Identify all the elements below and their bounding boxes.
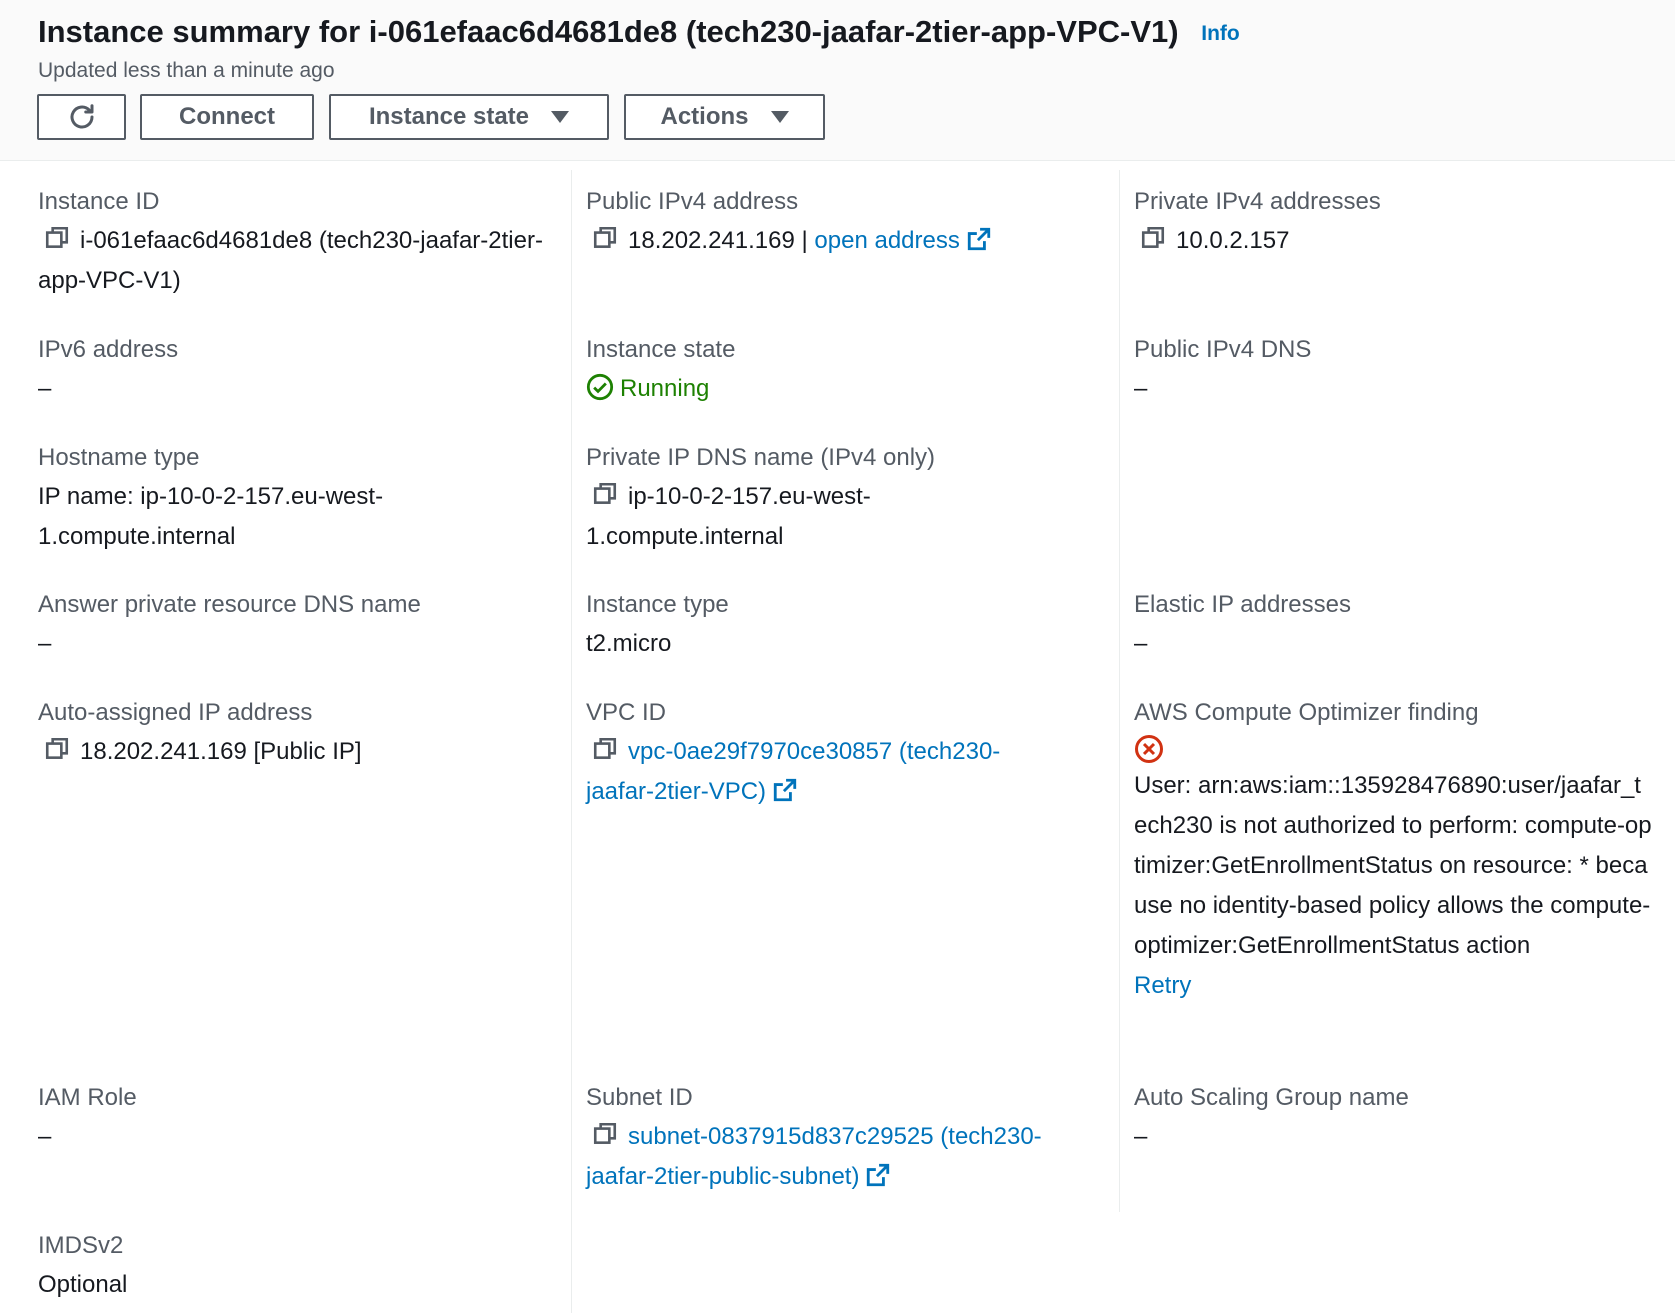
copy-icon[interactable] [1140,225,1166,251]
caret-down-icon [770,111,789,123]
field-value: vpc-0ae29f7970ce30857 (tech230-jaafar-2t… [586,732,1056,812]
field-value: – [1134,375,1148,402]
optimizer-error-message: User: arn:aws:iam::135928476890:user/jaa… [1134,772,1652,959]
field-value: – [1134,1123,1148,1150]
field-label: Elastic IP addresses [1134,591,1351,618]
info-link[interactable]: Info [1201,22,1239,45]
field-instance-state: Instance state Running [586,335,1106,409]
field-value: 18.202.241.169 | open address [586,221,1106,261]
field-label: Private IPv4 addresses [1134,188,1381,215]
field-value: t2.micro [586,630,672,657]
external-link-icon[interactable] [865,1162,891,1188]
field-answer-dns: Answer private resource DNS name – [38,590,558,664]
field-value: IP name: ip-10-0-2-157.eu-west-1.compute… [38,483,384,550]
field-private-dns: Private IP DNS name (IPv4 only) ip-10-0-… [586,443,1106,557]
field-imdsv2: IMDSv2 Optional [38,1231,558,1305]
field-label: Instance state [586,336,736,363]
copy-icon[interactable] [44,225,70,251]
column-divider [571,170,572,1313]
field-label: Auto-assigned IP address [38,699,313,726]
field-value: – [38,630,52,657]
field-label: Private IP DNS name (IPv4 only) [586,444,936,471]
error-icon-row [1134,734,1654,766]
field-value: 10.0.2.157 [1134,221,1654,261]
field-label: AWS Compute Optimizer finding [1134,699,1479,726]
instance-state-dropdown[interactable]: Instance state [329,94,609,140]
instance-state-label: Instance state [368,103,530,130]
field-subnet-id: Subnet ID subnet-0837915d837c29525 (tech… [586,1083,1106,1197]
field-iam-role: IAM Role – [38,1083,558,1157]
copy-icon[interactable] [592,225,618,251]
open-address-link[interactable]: open address [814,227,959,254]
public-ip-value: 18.202.241.169 | [628,227,808,254]
connect-button[interactable]: Connect [140,94,314,140]
field-value: – [38,1123,52,1150]
field-asg-name: Auto Scaling Group name – [1134,1083,1654,1157]
copy-icon[interactable] [44,736,70,762]
field-value: – [1134,630,1148,657]
field-label: IPv6 address [38,336,179,363]
private-dns-value: ip-10-0-2-157.eu-west-1.compute.internal [586,483,871,550]
field-value: 18.202.241.169 [Public IP] [38,732,558,772]
field-value: ip-10-0-2-157.eu-west-1.compute.internal [586,477,916,557]
refresh-icon [70,104,93,129]
instance-summary-header: Instance summary for i-061efaac6d4681de8… [0,0,1675,161]
external-link-icon[interactable] [966,226,992,252]
check-circle-icon [586,373,614,401]
field-label: Hostname type [38,444,200,471]
field-value: – [38,375,52,402]
field-vpc-id: VPC ID vpc-0ae29f7970ce30857 (tech230-ja… [586,698,1106,812]
field-instance-type: Instance type t2.micro [586,590,1106,664]
copy-icon[interactable] [592,481,618,507]
field-hostname-type: Hostname type IP name: ip-10-0-2-157.eu-… [38,443,558,557]
field-label: Public IPv4 DNS [1134,336,1312,363]
field-auto-assigned-ip: Auto-assigned IP address 18.202.241.169 … [38,698,558,772]
field-ipv6: IPv6 address – [38,335,558,409]
instance-state-value: Running [620,375,710,402]
field-label: Instance ID [38,188,160,215]
field-public-ipv4: Public IPv4 address 18.202.241.169 | ope… [586,187,1106,261]
private-ip-value: 10.0.2.157 [1176,227,1290,254]
copy-icon[interactable] [592,736,618,762]
field-label: Subnet ID [586,1084,693,1111]
retry-link[interactable]: Retry [1134,972,1191,999]
page-title: Instance summary for i-061efaac6d4681de8… [38,14,1240,50]
field-value: Optional [38,1271,128,1298]
copy-icon[interactable] [592,1121,618,1147]
field-label: IAM Role [38,1084,137,1111]
field-instance-id: Instance ID i-061efaac6d4681de8 (tech230… [38,187,558,301]
error-icon [1135,735,1163,763]
field-value: subnet-0837915d837c29525 (tech230-jaafar… [586,1117,1106,1197]
field-label: Public IPv4 address [586,188,799,215]
field-public-dns: Public IPv4 DNS – [1134,335,1654,409]
auto-ip-value: 18.202.241.169 [Public IP] [80,738,362,765]
field-compute-optimizer: AWS Compute Optimizer finding User: arn:… [1134,698,1654,1006]
caret-down-icon [551,111,570,123]
field-value: i-061efaac6d4681de8 (tech230-jaafar-2tie… [38,221,558,301]
field-label: VPC ID [586,699,667,726]
actions-label: Actions [660,103,749,130]
actions-dropdown[interactable]: Actions [624,94,825,140]
field-label: IMDSv2 [38,1232,124,1259]
field-label: Instance type [586,591,729,618]
updated-status: Updated less than a minute ago [38,59,335,82]
subnet-id-link[interactable]: subnet-0837915d837c29525 (tech230-jaafar… [586,1123,1042,1190]
refresh-button[interactable] [37,94,126,140]
field-value: Running [586,369,1106,409]
column-divider [1119,170,1120,1212]
field-label: Auto Scaling Group name [1134,1084,1409,1111]
field-elastic-ip: Elastic IP addresses – [1134,590,1654,664]
field-private-ipv4: Private IPv4 addresses 10.0.2.157 [1134,187,1654,261]
field-label: Answer private resource DNS name [38,591,421,618]
page-title-text: Instance summary for i-061efaac6d4681de8… [38,14,1179,49]
external-link-icon[interactable] [772,777,798,803]
connect-label: Connect [179,103,275,130]
instance-id-value: i-061efaac6d4681de8 (tech230-jaafar-2tie… [38,227,543,294]
